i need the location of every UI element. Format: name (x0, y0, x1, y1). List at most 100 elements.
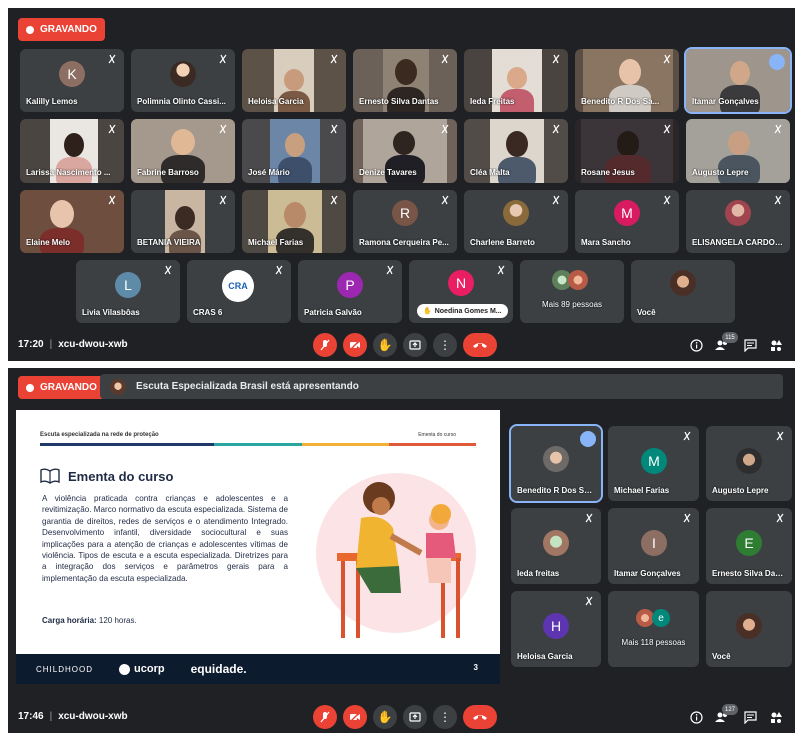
participant-tile[interactable]: ELISANGELA CARDOSO (686, 190, 790, 253)
participant-tile[interactable]: P Patricia Galvão (298, 260, 402, 323)
participant-tile[interactable]: K Kalilly Lemos (20, 49, 124, 112)
participant-tile[interactable]: CRA CRAS 6 (187, 260, 291, 323)
participant-video-tile[interactable]: Ieda Freitas (464, 49, 568, 112)
self-tile[interactable]: Você (631, 260, 735, 323)
mic-off-icon (219, 54, 227, 64)
participant-video-tile[interactable]: Fabrine Barroso (131, 119, 235, 183)
call-controls-bar: 17:46 | xcu-dwou-xwb ✋ ⋮ 127 (8, 701, 795, 733)
raise-hand-button[interactable]: ✋ (373, 705, 397, 729)
participant-name: Cléa Malta (470, 168, 510, 177)
people-button[interactable]: 115 (714, 332, 738, 353)
participant-tile[interactable]: Charlene Barreto (464, 190, 568, 253)
participant-tile-hovered[interactable]: N ✋ Noedina Gomes M... (409, 260, 513, 323)
activities-button[interactable] (768, 337, 784, 353)
call-clock: 17:20 (18, 339, 44, 350)
more-options-button[interactable]: ⋮ (433, 333, 457, 357)
mic-off-icon (585, 596, 593, 606)
participant-photo-avatar (170, 61, 196, 87)
participant-name: Charlene Barreto (470, 238, 535, 247)
participant-video-tile[interactable]: Elaine Melo (20, 190, 124, 253)
slide-color-rule (40, 443, 477, 446)
more-people-tile[interactable]: Mais 89 pessoas (520, 260, 624, 323)
raise-hand-button[interactable]: ✋ (373, 333, 397, 357)
participant-video-tile[interactable]: Cléa Malta (464, 119, 568, 183)
participant-avatar: L (115, 272, 141, 298)
mic-off-icon (663, 54, 671, 64)
participant-tile[interactable]: M Michael Farias (608, 426, 699, 501)
hang-up-icon (473, 715, 487, 720)
leave-call-button[interactable] (463, 333, 497, 357)
self-tile[interactable]: Você (706, 591, 792, 667)
self-photo-avatar (736, 613, 762, 639)
participant-tile[interactable]: Polimnia Olinto Cassi... (131, 49, 235, 112)
participant-tile[interactable]: Ieda freitas (511, 508, 601, 584)
participant-video-tile[interactable]: Ernesto Silva Dantas (353, 49, 457, 112)
mic-off-icon (441, 54, 449, 64)
mic-off-icon (663, 124, 671, 134)
present-button[interactable] (403, 333, 427, 357)
meeting-details-button[interactable] (688, 337, 704, 353)
participant-avatar: M (641, 448, 667, 474)
participant-name: Rosane Jesus (581, 168, 635, 177)
ucorp-logo: ucorp (119, 663, 165, 675)
chat-button[interactable] (742, 337, 758, 353)
participant-name: Fabrine Barroso (137, 168, 199, 177)
mic-off-icon (552, 54, 560, 64)
participant-tile[interactable]: Augusto Lepre (706, 426, 792, 501)
slide-footer-logos: CHILDHOOD ucorp equidade. 3 (16, 654, 500, 684)
meeting-info: 17:46 | xcu-dwou-xwb (18, 711, 128, 722)
participant-video-tile[interactable]: Heloisa Garcia (242, 49, 346, 112)
participant-tile[interactable]: M Mara Sancho (575, 190, 679, 253)
participant-tile[interactable]: H Heloisa Garcia (511, 591, 601, 667)
activities-shapes-icon (770, 711, 782, 723)
participant-photo-avatar (543, 530, 569, 556)
mic-off-icon (683, 431, 691, 441)
mic-off-icon (776, 513, 784, 523)
mic-toggle-button[interactable] (313, 705, 337, 729)
mic-off-icon (219, 195, 227, 205)
participant-name-pill[interactable]: ✋ Noedina Gomes M... (417, 304, 508, 318)
participant-tile[interactable]: E Ernesto Silva Dant... (706, 508, 792, 584)
presenting-text: Escuta Especializada Brasil está apresen… (136, 381, 359, 392)
participant-video-tile[interactable]: Larissa Nascimento ... (20, 119, 124, 183)
tile-options-button[interactable] (580, 431, 596, 447)
camera-off-icon (349, 711, 361, 723)
participant-video-tile-speaking[interactable]: Itamar Gonçalves (684, 47, 792, 114)
people-button[interactable]: 127 (714, 704, 738, 725)
presenter-tile[interactable]: Benedito R Dos Sa... (509, 424, 603, 503)
mic-toggle-button[interactable] (313, 333, 337, 357)
present-button[interactable] (403, 705, 427, 729)
participant-name: Ieda freitas (517, 569, 560, 578)
participant-name: Ernesto Silva Dantas (359, 97, 439, 106)
slide-course-hours: Carga horária: 120 horas. (42, 616, 137, 625)
participant-tile[interactable]: I Itamar Gonçalves (608, 508, 699, 584)
mic-off-icon (275, 265, 283, 275)
camera-toggle-button[interactable] (343, 705, 367, 729)
participant-video-tile[interactable]: BETANIA VIEIRA (131, 190, 235, 253)
mic-off-icon (441, 195, 449, 205)
slide-header: Escuta especializada na rede de proteção… (40, 432, 456, 438)
camera-toggle-button[interactable] (343, 333, 367, 357)
participant-video-tile[interactable]: Rosane Jesus (575, 119, 679, 183)
more-vert-icon: ⋮ (439, 338, 451, 352)
screenshot-collage: GRAVANDO K Kalilly Lemos Polimnia Olinto… (0, 0, 795, 733)
participant-video-tile[interactable]: Benedito R Dos Sa... (575, 49, 679, 112)
activities-button[interactable] (768, 709, 784, 725)
participant-video-tile[interactable]: Michael Farias (242, 190, 346, 253)
participant-tile[interactable]: L Livia Vilasbôas (76, 260, 180, 323)
participant-video-tile[interactable]: Denize Tavares (353, 119, 457, 183)
more-people-tile[interactable]: e Mais 118 pessoas (608, 591, 699, 667)
meeting-details-button[interactable] (688, 709, 704, 725)
participant-name: BETANIA VIEIRA (137, 238, 201, 247)
participant-video-tile[interactable]: Augusto Lepre (686, 119, 790, 183)
slide-title: Ementa do curso (40, 468, 173, 484)
slide-body-text: A violência praticada contra crianças e … (42, 494, 288, 583)
more-options-button[interactable]: ⋮ (433, 705, 457, 729)
chat-button[interactable] (742, 709, 758, 725)
participant-tile[interactable]: R Ramona Cerqueira Pe... (353, 190, 457, 253)
participant-name: Kalilly Lemos (26, 97, 78, 106)
participant-name: Michael Farias (614, 486, 670, 495)
participant-video-tile[interactable]: José Mário (242, 119, 346, 183)
leave-call-button[interactable] (463, 705, 497, 729)
presenter-avatar (110, 378, 126, 395)
